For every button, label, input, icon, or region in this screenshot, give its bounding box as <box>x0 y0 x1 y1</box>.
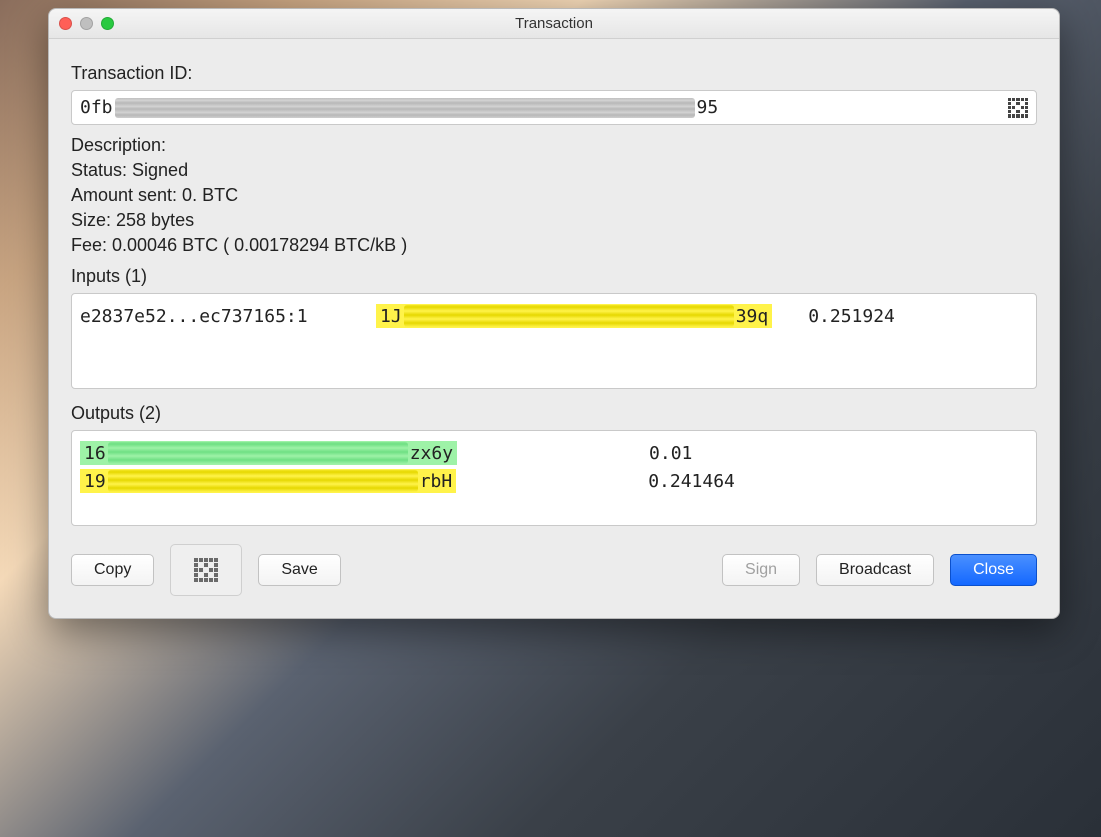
output-amount: 0.241464 <box>648 471 788 492</box>
close-window-icon[interactable] <box>59 17 72 30</box>
inputs-list[interactable]: e2837e52...ec737165:1 1J 39q 0.251924 <box>71 293 1037 389</box>
inputs-label: Inputs (1) <box>71 266 1037 287</box>
addr-suffix: 39q <box>736 306 769 327</box>
button-bar: Copy Save Sign Broadcast Close <box>71 544 1037 596</box>
addr-prefix: 19 <box>84 471 106 492</box>
output-address: 19 rbH <box>80 469 456 493</box>
qr-icon <box>194 558 218 582</box>
transaction-window: Transaction Transaction ID: 0fb 95 Descr… <box>48 8 1060 619</box>
list-item: 16 zx6y 0.01 <box>80 439 1028 467</box>
output-amount: 0.01 <box>649 443 789 464</box>
info-lines: Description: Status: Signed Amount sent:… <box>71 135 1037 256</box>
redacted-area <box>404 305 734 327</box>
amount-line: Amount sent: 0. BTC <box>71 185 1037 206</box>
input-txref: e2837e52...ec737165:1 <box>80 306 340 327</box>
qr-button[interactable] <box>170 544 242 596</box>
description-label: Description: <box>71 135 1037 156</box>
list-item: e2837e52...ec737165:1 1J 39q 0.251924 <box>80 302 1028 330</box>
broadcast-button[interactable]: Broadcast <box>816 554 934 586</box>
redacted-area <box>108 442 408 464</box>
input-amount: 0.251924 <box>808 306 948 327</box>
list-item: 19 rbH 0.241464 <box>80 467 1028 495</box>
addr-suffix: rbH <box>420 471 453 492</box>
outputs-label: Outputs (2) <box>71 403 1037 424</box>
close-button[interactable]: Close <box>950 554 1037 586</box>
input-address: 1J 39q <box>376 304 772 328</box>
addr-prefix: 1J <box>380 306 402 327</box>
fee-line: Fee: 0.00046 BTC ( 0.00178294 BTC/kB ) <box>71 235 1037 256</box>
qr-icon[interactable] <box>1008 98 1028 118</box>
redacted-area <box>108 470 418 492</box>
output-address: 16 zx6y <box>80 441 457 465</box>
addr-prefix: 16 <box>84 443 106 464</box>
txid-prefix: 0fb <box>80 97 113 118</box>
window-controls <box>59 17 114 30</box>
addr-suffix: zx6y <box>410 443 453 464</box>
minimize-window-icon[interactable] <box>80 17 93 30</box>
redacted-area <box>115 98 695 118</box>
txid-label: Transaction ID: <box>71 63 1037 84</box>
txid-field[interactable]: 0fb 95 <box>71 90 1037 125</box>
window-content: Transaction ID: 0fb 95 Description: Stat… <box>49 39 1059 618</box>
maximize-window-icon[interactable] <box>101 17 114 30</box>
save-button[interactable]: Save <box>258 554 340 586</box>
size-line: Size: 258 bytes <box>71 210 1037 231</box>
outputs-list[interactable]: 16 zx6y 0.01 19 rbH 0.241464 <box>71 430 1037 526</box>
status-line: Status: Signed <box>71 160 1037 181</box>
copy-button[interactable]: Copy <box>71 554 154 586</box>
txid-value: 0fb 95 <box>80 97 1000 118</box>
titlebar: Transaction <box>49 9 1059 39</box>
txid-suffix: 95 <box>697 97 719 118</box>
window-title: Transaction <box>515 15 593 32</box>
sign-button: Sign <box>722 554 800 586</box>
